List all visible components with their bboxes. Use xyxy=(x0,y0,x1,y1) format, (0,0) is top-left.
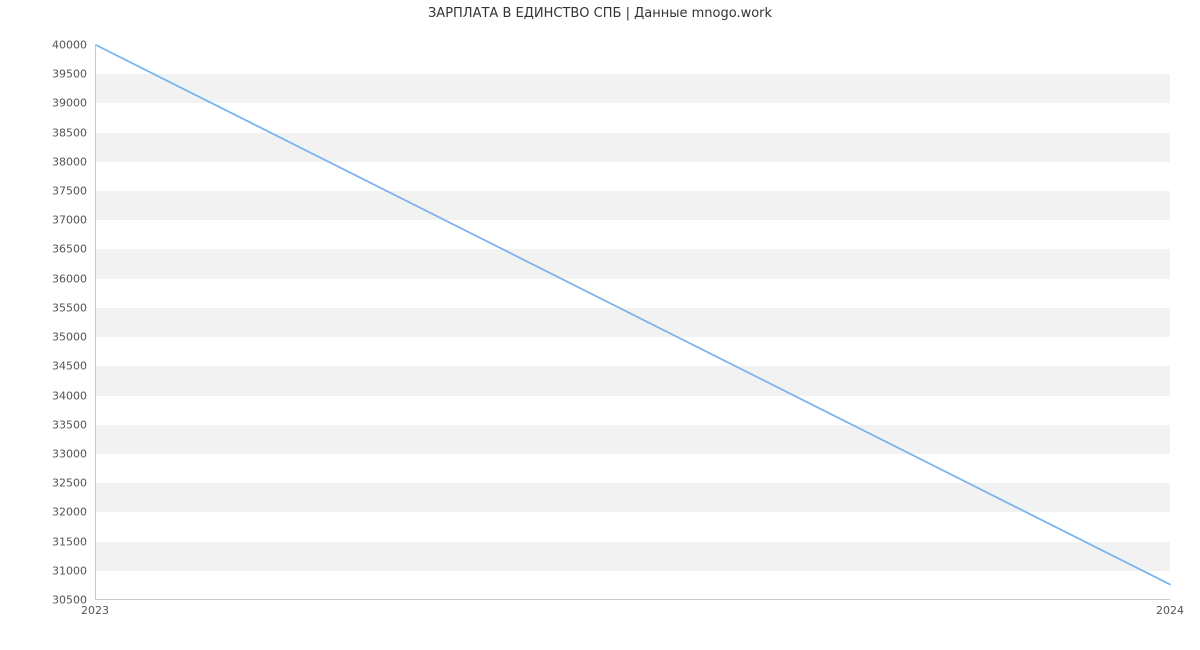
chart-title: ЗАРПЛАТА В ЕДИНСТВО СПБ | Данные mnogo.w… xyxy=(0,6,1200,21)
y-tick-label: 33000 xyxy=(0,447,87,460)
y-tick-label: 30500 xyxy=(0,594,87,607)
y-tick-label: 34000 xyxy=(0,389,87,402)
y-tick-label: 37500 xyxy=(0,185,87,198)
chart-container: ЗАРПЛАТА В ЕДИНСТВО СПБ | Данные mnogo.w… xyxy=(0,0,1200,650)
y-tick-label: 38000 xyxy=(0,155,87,168)
y-tick-label: 35000 xyxy=(0,331,87,344)
y-tick-label: 35500 xyxy=(0,301,87,314)
y-tick-label: 36000 xyxy=(0,272,87,285)
y-tick-label: 36500 xyxy=(0,243,87,256)
plot-area xyxy=(95,45,1170,600)
y-tick-label: 31500 xyxy=(0,535,87,548)
y-tick-label: 39000 xyxy=(0,97,87,110)
y-tick-label: 40000 xyxy=(0,39,87,52)
line-layer xyxy=(96,45,1170,599)
x-tick-label: 2024 xyxy=(1156,604,1184,617)
y-tick-label: 37000 xyxy=(0,214,87,227)
y-tick-label: 32500 xyxy=(0,477,87,490)
x-tick-label: 2023 xyxy=(81,604,109,617)
y-tick-label: 31000 xyxy=(0,564,87,577)
y-tick-label: 38500 xyxy=(0,126,87,139)
y-tick-label: 33500 xyxy=(0,418,87,431)
y-tick-label: 32000 xyxy=(0,506,87,519)
y-tick-label: 39500 xyxy=(0,68,87,81)
y-tick-label: 34500 xyxy=(0,360,87,373)
